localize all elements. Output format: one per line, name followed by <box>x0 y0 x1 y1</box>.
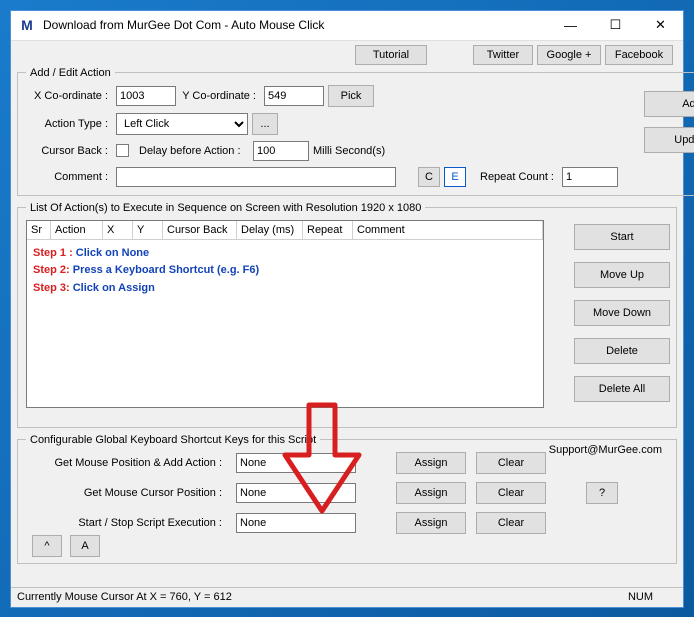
delete-all-button[interactable]: Delete All <box>574 376 670 402</box>
shortcut-group: Configurable Global Keyboard Shortcut Ke… <box>17 434 677 564</box>
window-title: Download from MurGee Dot Com - Auto Mous… <box>43 18 548 32</box>
shortcut-legend: Configurable Global Keyboard Shortcut Ke… <box>26 434 320 446</box>
ms-label: Milli Second(s) <box>313 145 389 157</box>
cursor-back-label: Cursor Back : <box>26 145 112 157</box>
top-strip: Tutorial Twitter Google + Facebook <box>331 45 673 65</box>
col-sr[interactable]: Sr <box>27 221 51 239</box>
start-button[interactable]: Start <box>574 224 670 250</box>
app-icon: M <box>19 17 35 33</box>
titlebar: M Download from MurGee Dot Com - Auto Mo… <box>11 11 683 41</box>
add-edit-legend: Add / Edit Action <box>26 67 115 79</box>
a-button[interactable]: A <box>70 535 100 557</box>
y-coord-input[interactable] <box>264 86 324 106</box>
shortcut-input-2[interactable] <box>236 513 356 533</box>
x-coord-input[interactable] <box>116 86 176 106</box>
help-button[interactable]: ? <box>586 482 618 504</box>
action-table[interactable]: Sr Action X Y Cursor Back Delay (ms) Rep… <box>26 220 544 408</box>
assign-button-0[interactable]: Assign <box>396 452 466 474</box>
comment-label: Comment : <box>26 171 112 183</box>
col-repeat[interactable]: Repeat <box>303 221 353 239</box>
col-comment[interactable]: Comment <box>353 221 543 239</box>
col-x[interactable]: X <box>103 221 133 239</box>
repeat-count-input[interactable] <box>562 167 618 187</box>
clear-button-0[interactable]: Clear <box>476 452 546 474</box>
shortcut-input-0[interactable] <box>236 453 356 473</box>
instruction-overlay: Step 1 : Click on None Step 2: Press a K… <box>33 245 537 298</box>
cursor-back-checkbox[interactable] <box>116 144 129 157</box>
action-list-legend: List Of Action(s) to Execute in Sequence… <box>26 202 425 214</box>
assign-button-2[interactable]: Assign <box>396 512 466 534</box>
action-list-group: List Of Action(s) to Execute in Sequence… <box>17 202 677 428</box>
clear-button-2[interactable]: Clear <box>476 512 546 534</box>
col-y[interactable]: Y <box>133 221 163 239</box>
col-cursor-back[interactable]: Cursor Back <box>163 221 237 239</box>
add-button[interactable]: Add <box>644 91 694 117</box>
update-button[interactable]: Update <box>644 127 694 153</box>
action-type-select[interactable]: Left Click <box>116 113 248 135</box>
status-num: NUM <box>628 591 677 603</box>
twitter-button[interactable]: Twitter <box>473 45 533 65</box>
y-coord-label: Y Co-ordinate : <box>180 90 260 102</box>
c-button[interactable]: C <box>418 167 440 187</box>
status-text: Currently Mouse Cursor At X = 760, Y = 6… <box>17 591 232 603</box>
col-delay[interactable]: Delay (ms) <box>237 221 303 239</box>
move-down-button[interactable]: Move Down <box>574 300 670 326</box>
facebook-button[interactable]: Facebook <box>605 45 673 65</box>
client-area: Tutorial Twitter Google + Facebook Add /… <box>11 41 683 587</box>
col-action[interactable]: Action <box>51 221 103 239</box>
tutorial-button[interactable]: Tutorial <box>355 45 427 65</box>
minimize-button[interactable]: — <box>548 11 593 40</box>
action-table-header: Sr Action X Y Cursor Back Delay (ms) Rep… <box>27 221 543 240</box>
maximize-button[interactable]: ☐ <box>593 11 638 40</box>
support-email: Support@MurGee.com <box>549 444 662 456</box>
x-coord-label: X Co-ordinate : <box>26 90 112 102</box>
e-button[interactable]: E <box>444 167 466 187</box>
delay-label: Delay before Action : <box>139 145 249 157</box>
caret-button[interactable]: ^ <box>32 535 62 557</box>
shortcut-label-1: Get Mouse Cursor Position : <box>26 487 226 499</box>
shortcut-label-2: Start / Stop Script Execution : <box>26 517 226 529</box>
delete-button[interactable]: Delete <box>574 338 670 364</box>
status-bar: Currently Mouse Cursor At X = 760, Y = 6… <box>11 587 683 607</box>
pick-button[interactable]: Pick <box>328 85 374 107</box>
shortcut-input-1[interactable] <box>236 483 356 503</box>
action-type-more-button[interactable]: ... <box>252 113 278 135</box>
app-window: M Download from MurGee Dot Com - Auto Mo… <box>10 10 684 608</box>
close-button[interactable]: ✕ <box>638 11 683 40</box>
assign-button-1[interactable]: Assign <box>396 482 466 504</box>
repeat-count-label: Repeat Count : <box>470 171 558 183</box>
comment-input[interactable] <box>116 167 396 187</box>
google-button[interactable]: Google + <box>537 45 601 65</box>
clear-button-1[interactable]: Clear <box>476 482 546 504</box>
move-up-button[interactable]: Move Up <box>574 262 670 288</box>
action-type-label: Action Type : <box>26 118 112 130</box>
shortcut-label-0: Get Mouse Position & Add Action : <box>26 457 226 469</box>
add-edit-group: Add / Edit Action X Co-ordinate : Y Co-o… <box>17 67 694 196</box>
delay-input[interactable] <box>253 141 309 161</box>
